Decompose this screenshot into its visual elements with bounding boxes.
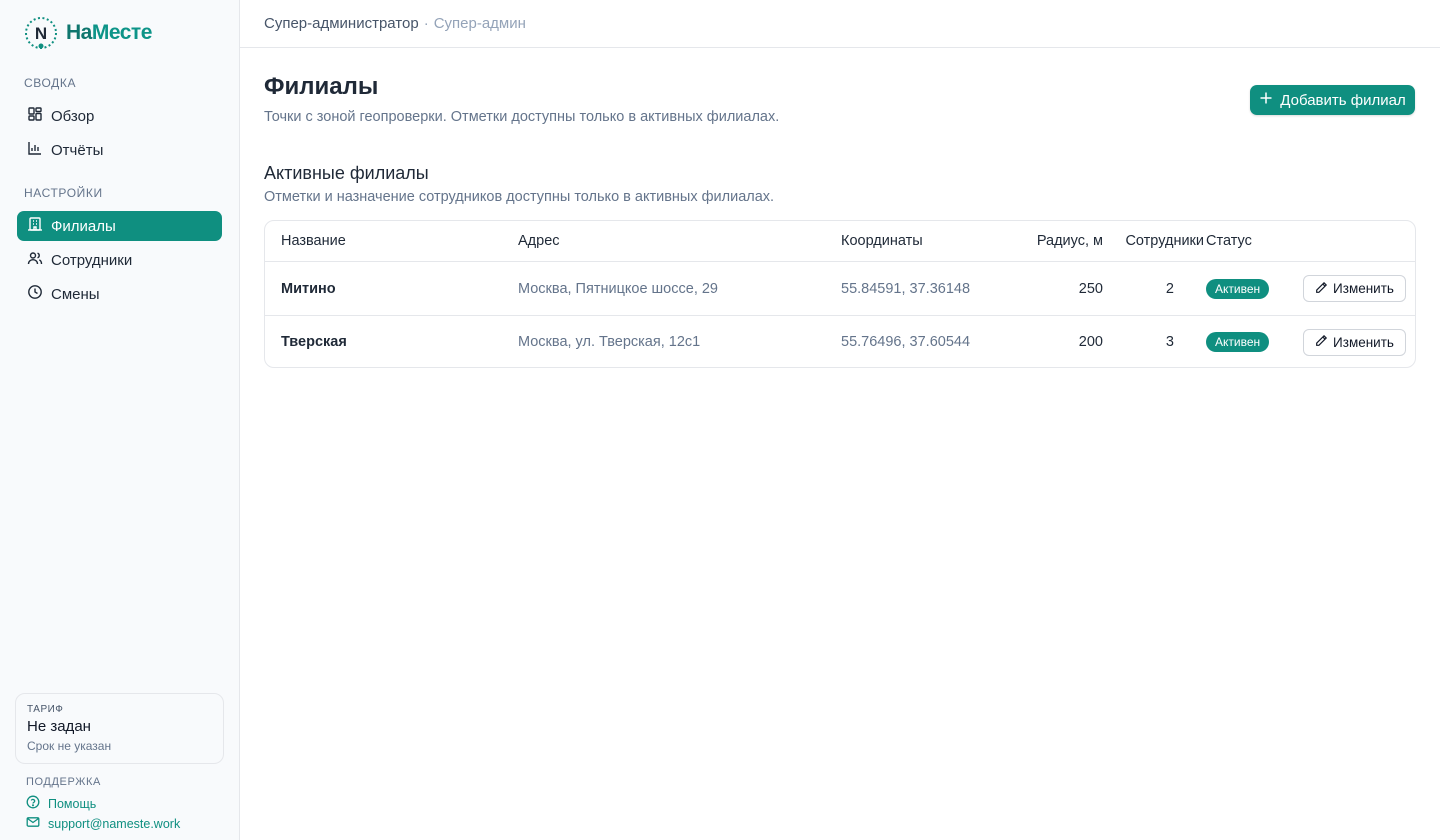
bar-chart-icon [27,140,43,160]
sidebar-item-label: Сотрудники [51,251,133,269]
sidebar-item-label: Отчёты [51,141,104,159]
table-row: Тверская Москва, ул. Тверская, 12с1 55.7… [265,315,1415,367]
column-header-employees: Сотрудники [1125,233,1204,249]
add-branch-label: Добавить филиал [1280,91,1406,109]
page-subtitle: Точки с зоной геопроверки. Отметки досту… [264,109,780,125]
status-badge: Активен [1206,278,1270,299]
edit-button-label: Изменить [1333,281,1394,296]
status-cell: Активен [1206,262,1270,315]
add-branch-button[interactable]: Добавить филиал [1250,85,1415,115]
table-header: Название Адрес Координаты Радиус, м Сотр… [265,221,1415,262]
branch-radius: 250 [1078,280,1103,297]
status-cell: Активен [1206,316,1270,367]
sidebar-item-overview[interactable]: Обзор [17,101,222,131]
column-header-status: Статус [1206,233,1252,249]
section-title: Активные филиалы [264,163,429,183]
branch-address: Москва, ул. Тверская, 12с1 [518,334,701,350]
column-header-coordinates: Координаты [841,233,923,249]
tariff-term: Срок не указан [27,739,112,753]
column-header-address: Адрес [518,233,560,249]
users-icon [27,250,43,270]
branch-address: Москва, Пятницкое шоссе, 29 [518,280,718,297]
edit-button-label: Изменить [1333,334,1394,350]
sidebar-item-label: Филиалы [51,217,116,235]
mail-icon [26,815,40,832]
edit-branch-button[interactable]: Изменить [1303,328,1406,356]
tariff-label: ТАРИФ [27,704,64,715]
building-icon [27,216,43,236]
edit-branch-button[interactable]: Изменить [1303,275,1406,302]
support-email-link[interactable]: support@nameste.work [26,815,180,832]
action-cell: Изменить [1303,262,1406,315]
branch-radius: 200 [1078,334,1103,350]
top-bar: Супер-администратор · Супер-админ [240,0,1440,48]
column-header-radius: Радиус, м [1036,233,1103,249]
section-label-summary: СВОДКА [24,76,77,90]
page-title: Филиалы [264,73,379,100]
sidebar-item-employees[interactable]: Сотрудники [17,245,222,275]
brand-name-part2: Месте [91,21,153,44]
pencil-icon [1315,281,1328,297]
brand-logo[interactable]: N НаМесте [24,16,152,50]
branch-employees: 3 [1165,334,1174,350]
plus-icon [1259,91,1273,109]
help-link[interactable]: Помощь [26,795,96,812]
brand-name-part1: На [66,21,92,44]
logo-mark-letter: N [35,24,47,43]
sidebar-item-branches[interactable]: Филиалы [17,211,222,241]
branch-name: Митино [281,280,336,297]
brand-name: НаМесте [66,21,152,45]
table-row: Митино Москва, Пятницкое шоссе, 29 55.84… [265,262,1415,315]
user-role-short: Супер-админ [433,15,526,32]
help-link-label: Помощь [48,796,97,811]
status-badge: Активен [1206,332,1270,352]
clock-icon [27,284,43,304]
sidebar-item-reports[interactable]: Отчёты [17,135,222,165]
tariff-card: ТАРИФ Не задан Срок не указан [15,693,224,764]
dashboard-icon [27,106,43,126]
role-separator: · [423,15,429,32]
tariff-value: Не задан [27,718,91,735]
user-role: Супер-администратор [264,15,419,32]
sidebar-item-label: Обзор [51,107,95,125]
sidebar-item-shifts[interactable]: Смены [17,279,222,309]
branches-table: Название Адрес Координаты Радиус, м Сотр… [264,220,1416,368]
section-subtitle: Отметки и назначение сотрудников доступн… [264,189,775,205]
pencil-icon [1315,334,1328,350]
branch-name: Тверская [281,334,347,350]
section-label-settings: НАСТРОЙКИ [24,186,103,200]
action-cell: Изменить [1303,316,1406,367]
branch-coordinates: 55.76496, 37.60544 [841,334,971,350]
branch-coordinates: 55.84591, 37.36148 [841,280,971,297]
support-email-label: support@nameste.work [48,816,181,831]
location-pin-logo-icon: N [24,16,58,50]
branch-employees: 2 [1165,280,1174,297]
column-header-name: Название [281,233,346,249]
support-label: ПОДДЕРЖКА [26,776,101,788]
sidebar: N НаМесте СВОДКА Обзор Отчёты НАСТРОЙКИ … [0,0,240,840]
help-icon [26,795,40,812]
sidebar-item-label: Смены [51,285,100,303]
